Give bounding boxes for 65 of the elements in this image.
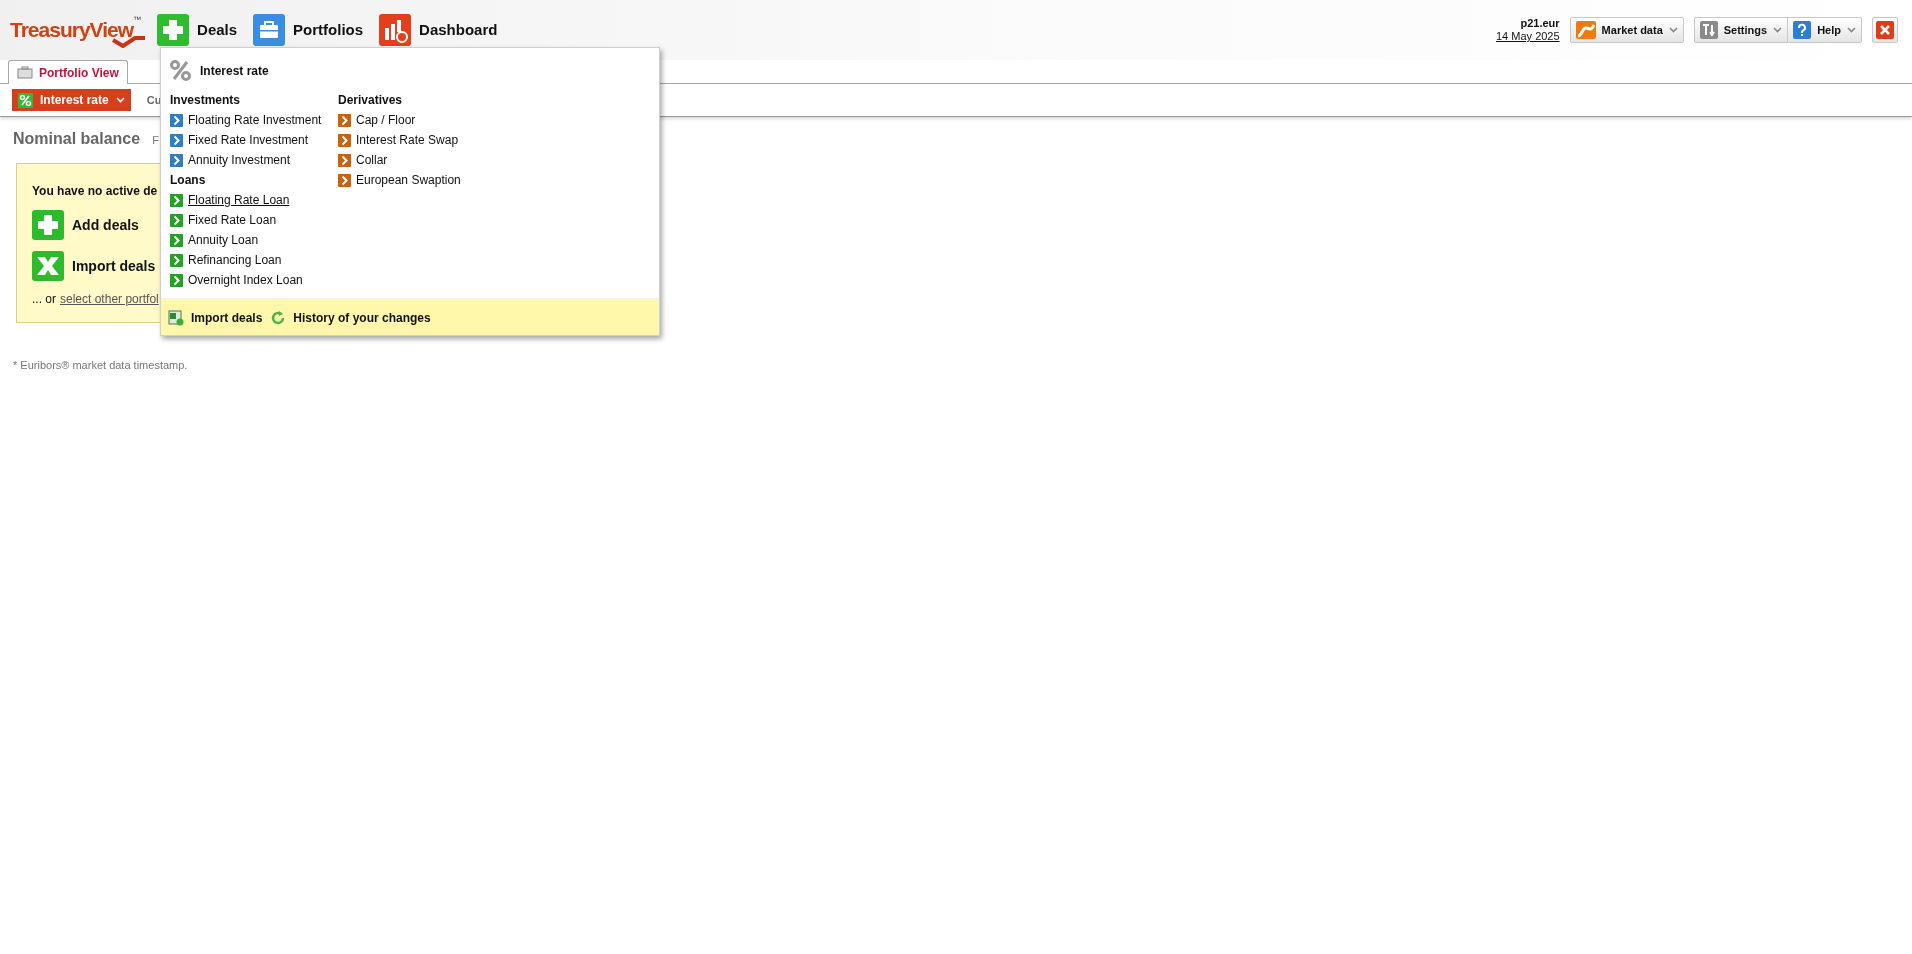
logo[interactable]: TreasuryView™ bbox=[10, 14, 142, 46]
menu-item[interactable]: Annuity Loan bbox=[170, 230, 259, 250]
footer-link[interactable]: History of your changes bbox=[270, 308, 431, 327]
toolbar-button[interactable]: Help bbox=[1787, 18, 1861, 42]
arrow-right-icon bbox=[338, 133, 351, 147]
menu-item[interactable]: Annuity Investment bbox=[170, 150, 291, 170]
footnote: * Euribors® market data timestamp. bbox=[13, 358, 189, 373]
spreadsheet-x-icon bbox=[32, 251, 64, 281]
menu-item[interactable]: Fixed Rate Loan bbox=[170, 210, 277, 230]
arrow-right-icon bbox=[338, 113, 351, 127]
action-link[interactable]: Add deals bbox=[32, 210, 139, 240]
spreadsheet-icon bbox=[168, 309, 184, 326]
arrow-right-icon bbox=[338, 153, 351, 167]
chevron-icon bbox=[1773, 27, 1783, 33]
menu-item[interactable]: Floating Rate Investment bbox=[170, 110, 322, 130]
chevron-icon bbox=[1847, 27, 1856, 33]
line-chart-icon bbox=[1575, 21, 1596, 39]
arrow-right-icon bbox=[338, 173, 351, 187]
percent-icon bbox=[170, 60, 191, 81]
close-button[interactable] bbox=[1872, 17, 1898, 43]
group-heading: Investments bbox=[170, 92, 242, 109]
arrow-right-icon bbox=[170, 273, 183, 287]
footer-link[interactable]: Import deals bbox=[168, 308, 263, 327]
or-text: ... or bbox=[32, 291, 56, 308]
percent-icon bbox=[18, 92, 33, 108]
action-link[interactable]: Import deals bbox=[32, 251, 156, 281]
menu-item[interactable]: European Swaption bbox=[338, 170, 461, 190]
date-link[interactable]: 14 May 2025 bbox=[1496, 30, 1560, 43]
arrow-right-icon bbox=[170, 133, 183, 147]
menu-item[interactable]: Fixed Rate Investment bbox=[170, 130, 309, 150]
menu-item[interactable]: Overnight Index Loan bbox=[170, 270, 303, 290]
nav-link[interactable]: Portfolios bbox=[253, 14, 364, 46]
menu-item[interactable]: Collar bbox=[338, 150, 388, 170]
arrow-right-icon bbox=[170, 253, 183, 267]
tab[interactable]: Portfolio View bbox=[8, 60, 128, 84]
chevron-icon bbox=[1668, 27, 1678, 33]
arrow-right-icon bbox=[170, 153, 183, 167]
briefcase-icon bbox=[17, 66, 33, 79]
nav-link[interactable]: Dashboard bbox=[379, 14, 498, 46]
section-title: Nominal balance bbox=[13, 129, 141, 149]
arrow-right-icon bbox=[170, 113, 183, 127]
empty-state-message: You have no active de bbox=[32, 183, 159, 200]
group-heading: Derivatives bbox=[338, 92, 404, 109]
toolbar-button[interactable]: Market data bbox=[1570, 18, 1683, 42]
menu-item[interactable]: Cap / Floor bbox=[338, 110, 416, 130]
arrow-right-icon bbox=[170, 193, 183, 207]
interest-rate-dropdown[interactable]: Interest rate bbox=[12, 89, 131, 111]
arrow-right-icon bbox=[170, 213, 183, 227]
menu-item[interactable]: Refinancing Loan bbox=[170, 250, 282, 270]
help-icon bbox=[1793, 21, 1812, 39]
plus-icon bbox=[32, 210, 64, 240]
chevron-icon bbox=[115, 97, 125, 103]
arrow-right-icon bbox=[170, 233, 183, 247]
section-subtitle: F bbox=[152, 133, 159, 148]
refresh-icon bbox=[270, 309, 287, 326]
select-portfolio-link[interactable]: select other portfol bbox=[60, 290, 159, 308]
close-icon bbox=[1876, 21, 1894, 39]
menu-item[interactable]: Interest Rate Swap bbox=[338, 130, 459, 150]
group-heading: Loans bbox=[170, 172, 207, 189]
sort-icon bbox=[1699, 21, 1718, 39]
nav-link[interactable]: Deals bbox=[157, 14, 238, 46]
account-name: p21.eur bbox=[1520, 17, 1560, 30]
menu-item[interactable]: Floating Rate Loan bbox=[170, 190, 290, 210]
toolbar-button[interactable]: Settings bbox=[1694, 18, 1788, 42]
menu-title: Interest rate bbox=[200, 62, 269, 80]
